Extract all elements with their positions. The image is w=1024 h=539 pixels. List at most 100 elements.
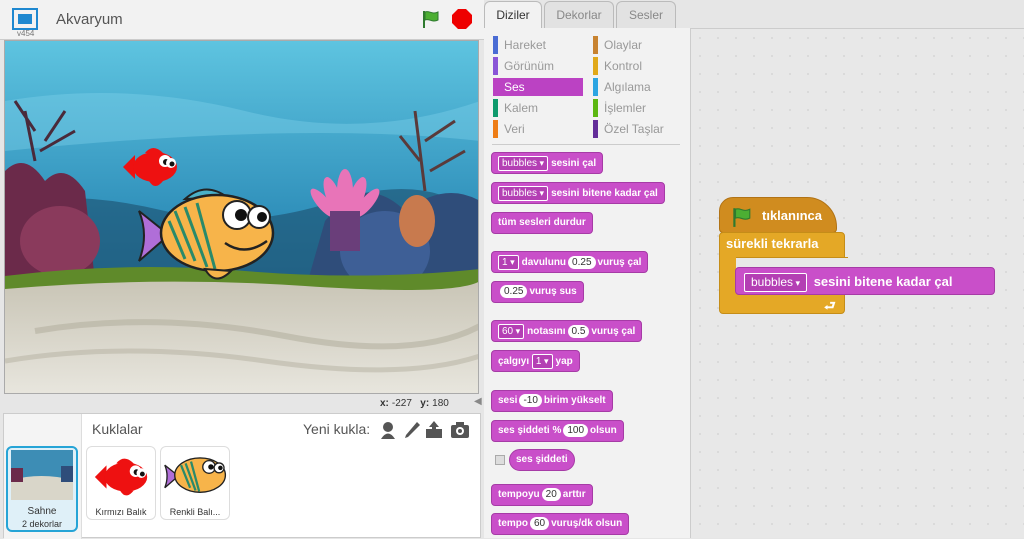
sound-dropdown[interactable]: bubbles <box>498 156 549 171</box>
tab-costumes[interactable]: Dekorlar <box>544 1 614 28</box>
when-flag-clicked-block[interactable]: tıklanınca <box>719 197 837 233</box>
loop-arrow-icon: ⮐ <box>824 298 836 313</box>
new-sprite-label: Yeni kukla: <box>303 421 371 437</box>
category-label: Olaylar <box>604 38 643 52</box>
beats-input[interactable]: 0.25 <box>568 256 596 269</box>
choose-sprite-from-library-icon[interactable] <box>378 420 398 440</box>
category-label: Algılama <box>604 80 651 94</box>
sprite-name: Kırmızı Balık <box>95 507 147 517</box>
block-text: vuruş çal <box>597 257 642 268</box>
block-play-note[interactable]: 60notasını0.5vuruş çal <box>491 320 643 342</box>
stage-backdrop-count: 2 dekorlar <box>21 519 63 529</box>
mouse-coordinates: x: -227 y: 180 <box>380 398 449 409</box>
tempo-change-input[interactable]: 20 <box>541 488 561 501</box>
block-text: sesini bitene kadar çal <box>551 188 658 199</box>
category-events[interactable]: Olaylar <box>593 36 683 54</box>
category-data[interactable]: Veri <box>493 120 583 138</box>
sprite-thumb-red-fish[interactable]: Kırmızı Balık <box>86 446 156 520</box>
block-text: tüm sesleri durdur <box>498 217 586 228</box>
block-set-volume[interactable]: ses şiddeti % 100 olsun <box>491 420 624 442</box>
instrument-dropdown[interactable]: 1 <box>531 354 553 369</box>
note-dropdown[interactable]: 60 <box>498 324 525 339</box>
drum-dropdown[interactable]: 1 <box>498 255 519 270</box>
fullscreen-icon[interactable] <box>12 8 38 30</box>
category-sensing[interactable]: Algılama <box>593 78 683 96</box>
colorful-fish-icon <box>164 457 227 493</box>
version-label: v454 <box>17 29 35 38</box>
category-label: Ses <box>504 80 525 94</box>
block-play-drum[interactable]: 1davulunu0.25vuruş çal <box>491 251 649 273</box>
category-pen[interactable]: Kalem <box>493 99 583 117</box>
sound-dropdown[interactable]: bubbles <box>744 273 808 292</box>
block-text: notasını <box>527 326 566 337</box>
category-sound[interactable]: Ses <box>493 78 583 96</box>
block-play-sound-until-done[interactable]: bubblessesini bitene kadar çal <box>491 182 665 204</box>
sprites-title: Kuklalar <box>92 421 143 437</box>
tab-sounds[interactable]: Sesler <box>616 1 676 28</box>
block-text: vuruş/dk olsun <box>551 518 623 529</box>
block-text: sürekli tekrarla <box>726 236 819 251</box>
editor-tabs: Diziler Dekorlar Sesler <box>484 0 1024 29</box>
sound-dropdown[interactable]: bubbles <box>498 186 549 201</box>
block-text: tıklanınca <box>762 208 822 223</box>
block-text: ses şiddeti <box>516 454 568 465</box>
stop-icon[interactable] <box>452 9 472 29</box>
block-text: tempo <box>498 518 528 529</box>
block-text: çalgıyı <box>498 356 530 367</box>
category-label: Görünüm <box>504 59 555 73</box>
volume-monitor-checkbox[interactable] <box>495 455 505 465</box>
stage-column: Sahne 2 dekorlar <box>4 414 82 539</box>
category-operators[interactable]: İşlemler <box>593 99 683 117</box>
category-looks[interactable]: Görünüm <box>493 57 583 75</box>
block-text: davulunu <box>521 257 567 268</box>
x-label: x: <box>380 398 389 409</box>
block-set-tempo[interactable]: tempo 60 vuruş/dk olsun <box>491 513 630 535</box>
stage-name: Sahne <box>27 506 57 517</box>
beats-input[interactable]: 0.5 <box>567 325 590 338</box>
category-more-blocks[interactable]: Özel Taşlar <box>593 120 683 138</box>
script-play-sound-until-done[interactable]: bubbles sesini bitene kadar çal <box>735 267 995 295</box>
stage[interactable] <box>4 40 479 394</box>
category-label: Veri <box>504 122 525 136</box>
y-value: 180 <box>432 398 449 409</box>
block-text: sesini çal <box>551 158 597 169</box>
stage-thumbnail[interactable]: Sahne 2 dekorlar <box>6 446 78 532</box>
category-label: Hareket <box>504 38 547 52</box>
reporter-volume[interactable]: ses şiddeti <box>509 449 575 471</box>
category-label: Özel Taşlar <box>604 122 664 136</box>
block-text: vuruş sus <box>529 286 577 297</box>
script-area[interactable]: tıklanınca sürekli tekrarla ⮐ bubbles se… <box>691 28 1024 538</box>
block-text: sesini bitene kadar çal <box>813 274 953 289</box>
project-title[interactable]: Akvaryum <box>56 11 123 28</box>
volume-change-input[interactable]: -10 <box>519 394 542 407</box>
tempo-input[interactable]: 60 <box>530 517 550 530</box>
tab-scripts[interactable]: Diziler <box>484 1 542 29</box>
block-text: yap <box>555 356 573 367</box>
block-rest[interactable]: 0.25 vuruş sus <box>491 281 584 303</box>
block-set-instrument[interactable]: çalgıyı 1yap <box>491 350 580 372</box>
block-text: arttır <box>562 489 586 500</box>
sprite-name: Renkli Balı... <box>169 507 221 517</box>
sprite-thumb-colorful-fish[interactable]: Renkli Balı... <box>160 446 230 520</box>
red-fish-icon <box>94 458 148 496</box>
volume-input[interactable]: 100 <box>563 424 589 437</box>
block-change-tempo[interactable]: tempoyu 20 arttır <box>491 484 593 506</box>
beats-input[interactable]: 0.25 <box>500 285 528 298</box>
block-change-volume[interactable]: sesi -10 birim yükselt <box>491 390 613 412</box>
category-label: İşlemler <box>604 101 647 115</box>
block-text: olsun <box>590 425 617 436</box>
y-label: y: <box>420 398 430 409</box>
category-motion[interactable]: Hareket <box>493 36 583 54</box>
colorful-fish-sprite[interactable] <box>135 181 281 289</box>
category-control[interactable]: Kontrol <box>593 57 683 75</box>
stage-header: v454 Akvaryum <box>0 0 484 40</box>
block-text: vuruş çal <box>591 326 636 337</box>
x-value: -227 <box>391 398 412 409</box>
camera-icon[interactable] <box>450 420 470 440</box>
paint-new-sprite-icon[interactable] <box>402 420 422 440</box>
upload-sprite-icon[interactable] <box>424 420 444 440</box>
block-stop-all-sounds[interactable]: tüm sesleri durdur <box>491 212 593 234</box>
green-flag-icon[interactable] <box>420 9 440 29</box>
block-text: tempoyu <box>498 489 540 500</box>
block-play-sound[interactable]: bubblessesini çal <box>491 152 604 174</box>
